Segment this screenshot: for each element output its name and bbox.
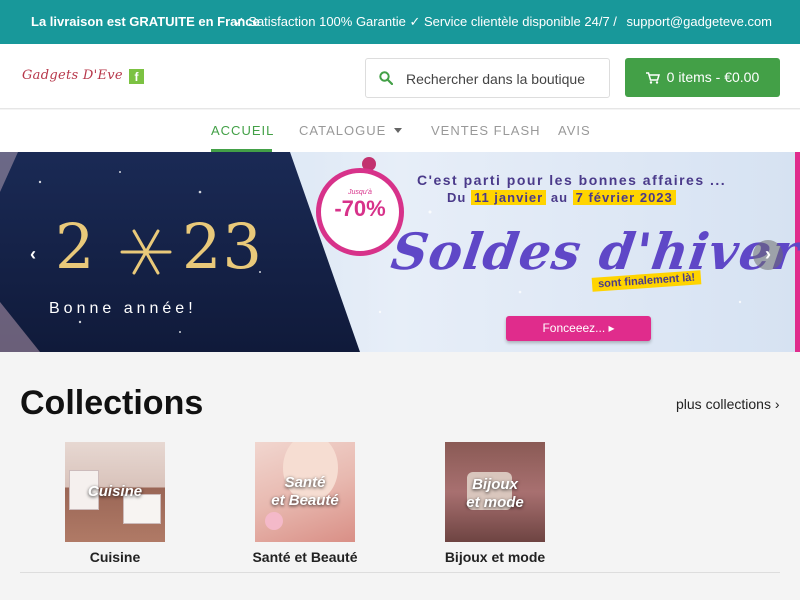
nav-item-catalogue[interactable]: CATALOGUE: [299, 123, 403, 138]
facebook-icon[interactable]: f: [129, 69, 144, 84]
free-shipping-text: La livraison est GRATUITE en France: [31, 14, 260, 29]
discount-badge: Jusqu'à -70%: [316, 168, 404, 256]
bonne-annee-text: Bonne année!: [49, 300, 197, 317]
year-left-digits: 2: [55, 210, 96, 283]
fonceeez-button[interactable]: Fonceeez... ▸: [506, 316, 651, 341]
nav-item-accueil[interactable]: ACCUEIL: [211, 123, 274, 138]
topbar-right: ✓ Satisfaction 100% Garantie ✓ Service c…: [234, 14, 772, 30]
separator: /: [613, 14, 617, 29]
collections-heading: Collections: [20, 384, 204, 422]
service-text: ✓ Service clientèle disponible 24/7: [409, 14, 610, 29]
chevron-down-icon: [394, 128, 403, 133]
hero-banner[interactable]: 2 23 2023 Bonne année! Jusqu'à -70% C'es…: [0, 152, 800, 352]
year-right-digits: 23: [182, 210, 263, 283]
more-collections-link[interactable]: plus collections ›: [676, 396, 780, 412]
collection-card-sante-beaute[interactable]: Santé et Beauté Santé et Beauté: [252, 442, 358, 565]
chevron-right-icon[interactable]: ›: [753, 240, 783, 270]
collection-label[interactable]: Bijoux et mode: [405, 549, 585, 565]
collection-label[interactable]: Cuisine: [25, 549, 205, 565]
cart-button[interactable]: 0 items - €0.00: [625, 58, 780, 97]
site-header: Gadgets D'Eve f 0 items - €0.00: [0, 44, 800, 109]
collection-image-bijoux-mode[interactable]: Bijoux et mode: [445, 442, 545, 542]
main-nav: ACCUEIL CATALOGUE VENTES FLASH AVIS: [0, 110, 800, 152]
collection-image-cuisine[interactable]: Cuisine: [65, 442, 165, 542]
chevron-left-icon[interactable]: ‹: [18, 240, 48, 270]
satisfaction-text: ✓ Satisfaction 100% Garantie: [233, 14, 406, 29]
promo-dates: Du 11 janvier au 7 février 2023: [447, 190, 676, 205]
promo-line1: C'est parti pour les bonnes affaires ...: [417, 172, 727, 188]
cart-icon: [645, 72, 660, 84]
collection-label[interactable]: Santé et Beauté: [215, 549, 395, 565]
site-logo[interactable]: Gadgets D'Eve: [22, 68, 123, 83]
nav-item-avis[interactable]: AVIS: [558, 123, 591, 138]
search-icon: [379, 71, 393, 85]
nav-item-ventes-flash[interactable]: VENTES FLASH: [431, 123, 541, 138]
support-email-link[interactable]: support@gadgeteve.com: [627, 14, 772, 29]
cart-label: 0 items - €0.00: [666, 69, 760, 85]
search-input[interactable]: [406, 68, 601, 90]
announcement-bar: La livraison est GRATUITE en France ✓ Sa…: [0, 0, 800, 44]
search-box[interactable]: [365, 58, 610, 98]
collection-card-cuisine[interactable]: Cuisine Cuisine: [65, 442, 165, 565]
section-divider: [20, 572, 780, 573]
soldes-headline: Soldes d'hiver: [387, 222, 800, 281]
collection-image-sante-beaute[interactable]: Santé et Beauté: [255, 442, 355, 542]
collection-card-bijoux-mode[interactable]: Bijoux et mode Bijoux et mode: [445, 442, 545, 565]
